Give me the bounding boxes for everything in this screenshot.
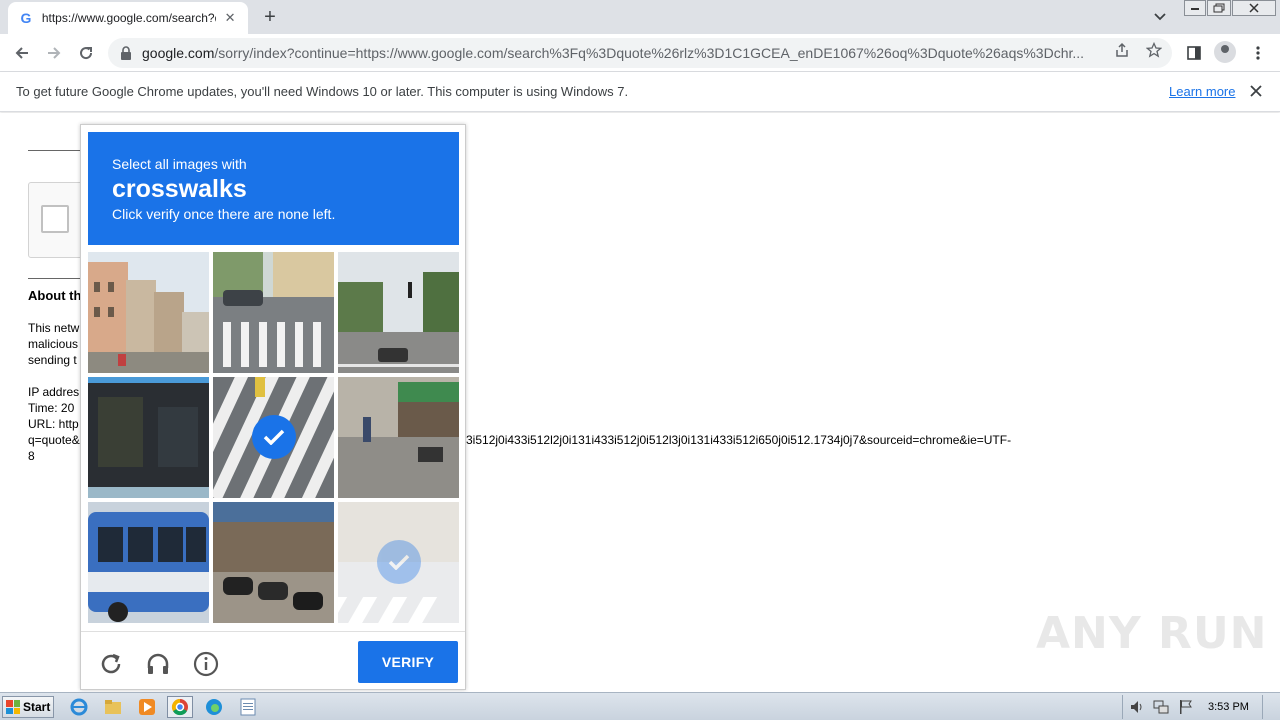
minimize-button[interactable]: [1184, 0, 1206, 16]
about-heading: About th: [28, 288, 82, 303]
selected-check-icon: [252, 415, 296, 459]
recaptcha-challenge: Select all images with crosswalks Click …: [80, 124, 466, 690]
start-button[interactable]: Start: [2, 696, 54, 718]
anyrun-watermark: ANY RUN: [1036, 608, 1268, 659]
chrome-taskbar-icon[interactable]: [167, 696, 193, 718]
edge-icon[interactable]: [201, 696, 227, 718]
reload-icon[interactable]: [74, 41, 98, 65]
volume-icon[interactable]: [1129, 699, 1145, 720]
google-favicon-icon: G: [20, 10, 32, 26]
captcha-tile-7[interactable]: [88, 502, 209, 623]
share-icon[interactable]: [1112, 40, 1132, 60]
captcha-tile-2[interactable]: [213, 252, 334, 373]
profile-avatar[interactable]: [1214, 41, 1236, 63]
recaptcha-widget[interactable]: [28, 182, 88, 258]
infobar-message: To get future Google Chrome updates, you…: [16, 84, 629, 99]
divider: [28, 278, 80, 279]
tab-close-icon[interactable]: ✕: [222, 10, 238, 26]
captcha-tile-4[interactable]: [88, 377, 209, 498]
media-player-icon[interactable]: [134, 696, 160, 718]
restore-button[interactable]: [1207, 0, 1231, 16]
forward-arrow-icon[interactable]: [42, 41, 66, 65]
ip-address-label: IP addres: [28, 385, 80, 399]
action-center-flag-icon[interactable]: [1179, 699, 1193, 720]
challenge-header: Select all images with crosswalks Click …: [88, 132, 459, 245]
network-icon[interactable]: [1153, 699, 1169, 720]
target-object: crosswalks: [112, 175, 247, 203]
captcha-tile-9[interactable]: [338, 502, 459, 623]
url-line-end: 8: [28, 449, 35, 463]
url-line-start: q=quote&: [28, 433, 80, 447]
info-paragraph-line: sending t: [28, 353, 77, 367]
close-window-button[interactable]: [1232, 0, 1276, 16]
captcha-tile-3[interactable]: [338, 252, 459, 373]
side-panel-icon[interactable]: [1182, 41, 1206, 65]
notepad-icon[interactable]: [235, 696, 261, 718]
tab-search-chevron-icon[interactable]: [1150, 8, 1170, 26]
tab-title: https://www.google.com/search?q=: [41, 11, 217, 25]
back-arrow-icon[interactable]: [10, 41, 34, 65]
instruction-text: Select all images with: [112, 156, 247, 172]
captcha-tile-5[interactable]: [213, 377, 334, 498]
browser-toolbar: google.com/sorry/index?continue=https://…: [0, 34, 1280, 72]
browser-tab[interactable]: G https://www.google.com/search?q= ✕: [8, 2, 248, 34]
instruction-subtext: Click verify once there are none left.: [112, 206, 336, 222]
captcha-tile-8[interactable]: [213, 502, 334, 623]
show-desktop-button[interactable]: [1262, 695, 1278, 719]
file-explorer-icon[interactable]: [100, 696, 126, 718]
bookmark-star-icon[interactable]: [1144, 40, 1164, 60]
recaptcha-checkbox[interactable]: [41, 205, 69, 233]
system-tray: [1122, 695, 1278, 719]
infobar-close-icon[interactable]: [1247, 82, 1265, 100]
selected-check-icon: [377, 540, 421, 584]
divider: [28, 150, 80, 151]
captcha-tile-1[interactable]: [88, 252, 209, 373]
captcha-tile-6[interactable]: [338, 377, 459, 498]
url-label: URL: http: [28, 417, 79, 431]
info-icon[interactable]: [192, 650, 220, 678]
windows-flag-icon: [6, 700, 20, 714]
challenge-footer: VERIFY: [81, 631, 465, 689]
address-bar[interactable]: google.com/sorry/index?continue=https://…: [108, 38, 1172, 68]
start-label: Start: [23, 700, 51, 714]
verify-button[interactable]: VERIFY: [358, 641, 458, 683]
internet-explorer-icon[interactable]: [66, 696, 92, 718]
tab-strip: G https://www.google.com/search?q= ✕ +: [0, 0, 1280, 34]
windows-taskbar: Start 3:53 PM: [0, 692, 1280, 720]
learn-more-link[interactable]: Learn more: [1169, 84, 1235, 99]
new-tab-button[interactable]: +: [258, 6, 282, 28]
time-label: Time: 20: [28, 401, 75, 415]
url-text: google.com/sorry/index?continue=https://…: [142, 45, 1085, 61]
image-grid: [88, 252, 459, 623]
info-paragraph-line: This netw: [28, 321, 80, 335]
info-paragraph-line: malicious: [28, 337, 79, 351]
audio-challenge-headphones-icon[interactable]: [144, 650, 172, 678]
reload-challenge-icon[interactable]: [97, 650, 125, 678]
menu-kebab-icon[interactable]: [1246, 41, 1270, 65]
url-line-rest: 3i512j0i433i512l2j0i131i433i512j0i512l3j…: [466, 433, 1012, 447]
taskbar-clock: 3:53 PM: [1208, 701, 1249, 713]
update-infobar: To get future Google Chrome updates, you…: [0, 72, 1280, 112]
lock-icon[interactable]: [120, 46, 134, 60]
